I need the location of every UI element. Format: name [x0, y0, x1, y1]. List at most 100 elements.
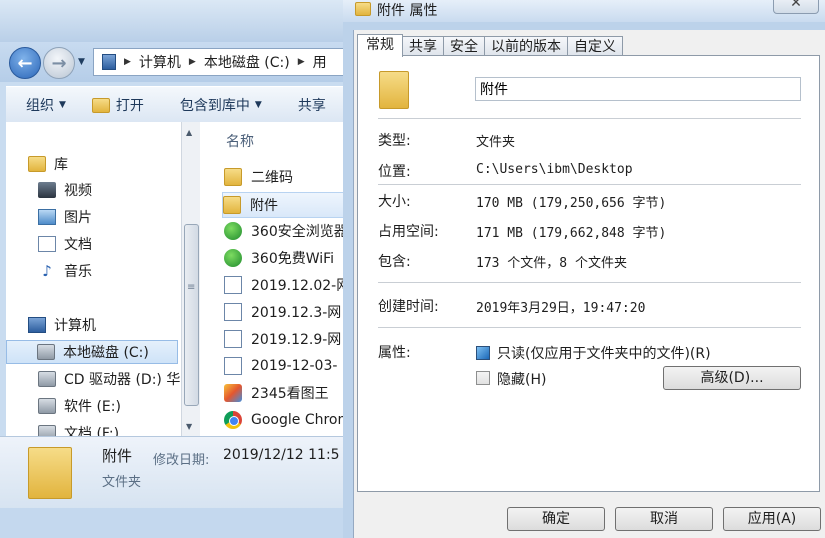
- details-modified-value: 2019/12/12 11:5: [223, 447, 340, 463]
- file-name: 360安全浏览器: [251, 224, 348, 240]
- document-file-icon: [224, 330, 242, 348]
- nav-videos[interactable]: 视频: [38, 178, 92, 202]
- tab-security[interactable]: 安全: [443, 36, 485, 57]
- list-item[interactable]: 二维码: [224, 165, 352, 189]
- nav-cd-drive[interactable]: CD 驱动器 (D:) 华: [38, 367, 180, 391]
- tab-previous-versions[interactable]: 以前的版本: [484, 36, 568, 57]
- file-name: 2019.12.9-网: [251, 332, 342, 348]
- breadcrumb-separator-icon: ▶: [188, 57, 196, 67]
- list-item[interactable]: Google Chrome: [224, 408, 352, 432]
- hidden-checkbox[interactable]: [476, 371, 490, 385]
- apply-button[interactable]: 应用(A): [723, 507, 821, 531]
- file-list: 名称 二维码 附件 360安全浏览器 360免费WiFi 2019.12.02-…: [200, 122, 352, 436]
- nav-software-label: 软件 (E:): [64, 399, 121, 415]
- details-name: 附件: [102, 447, 133, 465]
- command-bar: 组织 ▼ 打开 包含到库中 ▼ 共享: [6, 86, 352, 124]
- readonly-label[interactable]: 只读(仅应用于文件夹中的文件)(R): [497, 343, 711, 363]
- dialog-title: 附件 属性: [377, 3, 438, 19]
- scrollbar-thumb[interactable]: [184, 224, 199, 406]
- nav-pictures[interactable]: 图片: [38, 205, 92, 229]
- column-header-name[interactable]: 名称: [226, 131, 254, 151]
- divider: [378, 327, 801, 328]
- file-name: 2019.12.3-网: [251, 305, 342, 321]
- breadcrumb-user[interactable]: 用: [313, 52, 327, 72]
- nav-local-disk[interactable]: 本地磁盘 (C:): [6, 340, 178, 364]
- nav-libraries[interactable]: 库: [28, 152, 68, 176]
- tab-strip: 常规 共享 安全 以前的版本 自定义: [357, 34, 623, 57]
- chrome-icon: [224, 411, 242, 429]
- nav-documents-label: 文档: [64, 237, 92, 253]
- hidden-label[interactable]: 隐藏(H): [497, 369, 546, 389]
- nav-music[interactable]: ♪ 音乐: [38, 259, 92, 283]
- nav-local-disk-label: 本地磁盘 (C:): [63, 345, 149, 361]
- breadcrumb-separator-icon: ▶: [297, 57, 305, 67]
- nav-software-drive[interactable]: 软件 (E:): [38, 394, 121, 418]
- list-item[interactable]: 2019.12.3-网: [224, 300, 352, 324]
- created-value: 2019年3月29日，19:47:20: [476, 301, 646, 316]
- size-label: 大小:: [378, 194, 411, 210]
- details-pane: 附件 修改日期: 2019/12/12 11:5 文件夹: [0, 436, 352, 509]
- tab-sharing[interactable]: 共享: [402, 36, 444, 57]
- location-label: 位置:: [378, 164, 411, 180]
- ok-button[interactable]: 确定: [507, 507, 605, 531]
- computer-icon: [28, 317, 46, 333]
- list-item[interactable]: 2019.12.9-网: [224, 327, 352, 351]
- file-name: 二维码: [251, 170, 293, 186]
- address-bar[interactable]: ▶ 计算机 ▶ 本地磁盘 (C:) ▶ 用: [93, 48, 352, 76]
- nav-computer-label: 计算机: [54, 318, 96, 334]
- video-icon: [38, 182, 56, 198]
- share-menu[interactable]: 共享: [298, 95, 326, 115]
- open-button[interactable]: 打开: [91, 95, 144, 115]
- list-item[interactable]: 360安全浏览器: [224, 219, 352, 243]
- tab-general[interactable]: 常规: [357, 34, 403, 57]
- breadcrumb-separator-icon: ▶: [124, 57, 131, 67]
- tab-customize[interactable]: 自定义: [567, 36, 623, 57]
- advanced-button[interactable]: 高级(D)...: [663, 366, 801, 390]
- history-dropdown-icon[interactable]: ▼: [78, 57, 85, 67]
- organize-menu[interactable]: 组织 ▼: [26, 95, 66, 115]
- nav-videos-label: 视频: [64, 183, 92, 199]
- nav-libraries-label: 库: [54, 157, 68, 173]
- include-in-library-menu[interactable]: 包含到库中 ▼: [180, 95, 262, 115]
- back-button[interactable]: ←: [9, 47, 41, 79]
- document-file-icon: [224, 303, 242, 321]
- readonly-checkbox[interactable]: [476, 346, 490, 360]
- list-item[interactable]: 2345看图王: [224, 381, 352, 405]
- file-name: 附件: [250, 198, 278, 214]
- list-item[interactable]: 360免费WiFi: [224, 246, 352, 270]
- contains-value: 173 个文件，8 个文件夹: [476, 256, 627, 271]
- music-note-icon: ♪: [42, 262, 52, 280]
- forward-button[interactable]: →: [43, 47, 75, 79]
- nav-docs-drive[interactable]: 文档 (F:): [38, 421, 119, 436]
- type-label: 类型:: [378, 133, 411, 149]
- breadcrumb-computer[interactable]: 计算机: [139, 52, 181, 72]
- file-name: 2019.12.02-网: [251, 278, 351, 294]
- chevron-down-icon: ▼: [59, 100, 66, 110]
- folder-name-field[interactable]: [475, 77, 801, 101]
- nav-documents[interactable]: 文档: [38, 232, 92, 256]
- scroll-grip-icon: ≡: [187, 282, 196, 293]
- list-item[interactable]: 2019.12.02-网: [224, 273, 352, 297]
- nav-computer[interactable]: 计算机: [28, 313, 96, 337]
- scroll-up-icon[interactable]: ▲: [186, 128, 192, 137]
- scroll-down-icon[interactable]: ▼: [186, 422, 192, 431]
- file-name: Google Chrome: [251, 412, 352, 428]
- list-item-selected[interactable]: 附件: [222, 192, 352, 218]
- picture-icon: [38, 209, 56, 225]
- nav-docs-drive-label: 文档 (F:): [64, 426, 120, 436]
- type-value: 文件夹: [476, 135, 516, 150]
- library-icon: [28, 156, 46, 172]
- list-item[interactable]: 2019-12-03-: [224, 354, 352, 378]
- file-name: 2345看图王: [251, 386, 329, 402]
- folder-icon: [28, 447, 72, 499]
- navigation-scrollbar[interactable]: ▲ ≡ ▼: [181, 122, 200, 436]
- cancel-button[interactable]: 取消: [615, 507, 713, 531]
- dialog-titlebar[interactable]: 附件 属性: [343, 0, 825, 22]
- details-kind: 文件夹: [102, 475, 142, 490]
- arrow-right-icon: →: [51, 52, 67, 74]
- divider: [378, 184, 801, 185]
- breadcrumb-local-disk[interactable]: 本地磁盘 (C:): [204, 52, 290, 72]
- image-viewer-icon: [224, 384, 242, 402]
- close-button[interactable]: ✕: [773, 0, 819, 14]
- image-file-icon: [224, 276, 242, 294]
